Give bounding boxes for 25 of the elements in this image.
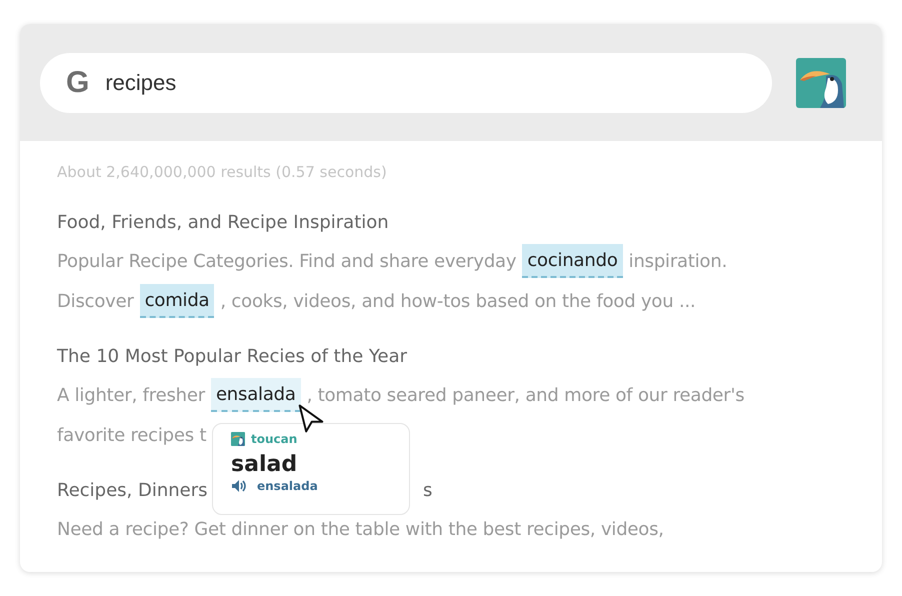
snippet-text: favorite recipes t <box>57 424 206 446</box>
snippet-text: A lighter, fresher <box>57 384 205 406</box>
search-query: recipes <box>105 70 176 96</box>
snippet-text: Popular Recipe Categories. Find and share everyday <box>57 250 516 272</box>
translated-word[interactable]: comida <box>140 284 214 318</box>
snippet-text: Discover <box>57 290 134 312</box>
brand-name: toucan <box>251 432 298 446</box>
result-title[interactable]: s <box>423 473 432 509</box>
original-word: ensalada <box>257 479 318 493</box>
snippet-text: inspiration. <box>628 250 728 272</box>
g-logo-icon: G <box>66 68 90 98</box>
snippet-text: Need a recipe? Get dinner on the table with the best recipes, videos, <box>57 518 664 540</box>
speaker-icon[interactable] <box>231 479 247 493</box>
snippet-text: , tomato seared paneer, and more of our reader's <box>306 384 744 406</box>
result-title[interactable]: Recipes, Dinners <box>57 480 208 501</box>
search-field[interactable]: G recipes <box>40 52 772 112</box>
toucan-icon <box>796 58 846 108</box>
results-stats: About 2,640,000,000 results (0.57 seconds) <box>57 163 388 181</box>
translated-word[interactable]: cocinando <box>522 244 623 278</box>
toucan-icon <box>231 432 245 446</box>
result-title[interactable]: The 10 Most Popular Recies of the Year <box>57 346 408 367</box>
snippet-text: , cooks, videos, and how-tos based on the food you ... <box>220 290 696 312</box>
translated-word[interactable]: ensalada <box>210 378 301 412</box>
result-title[interactable]: Food, Friends, and Recipe Inspiration <box>57 212 389 233</box>
translation-text: salad <box>231 452 298 477</box>
